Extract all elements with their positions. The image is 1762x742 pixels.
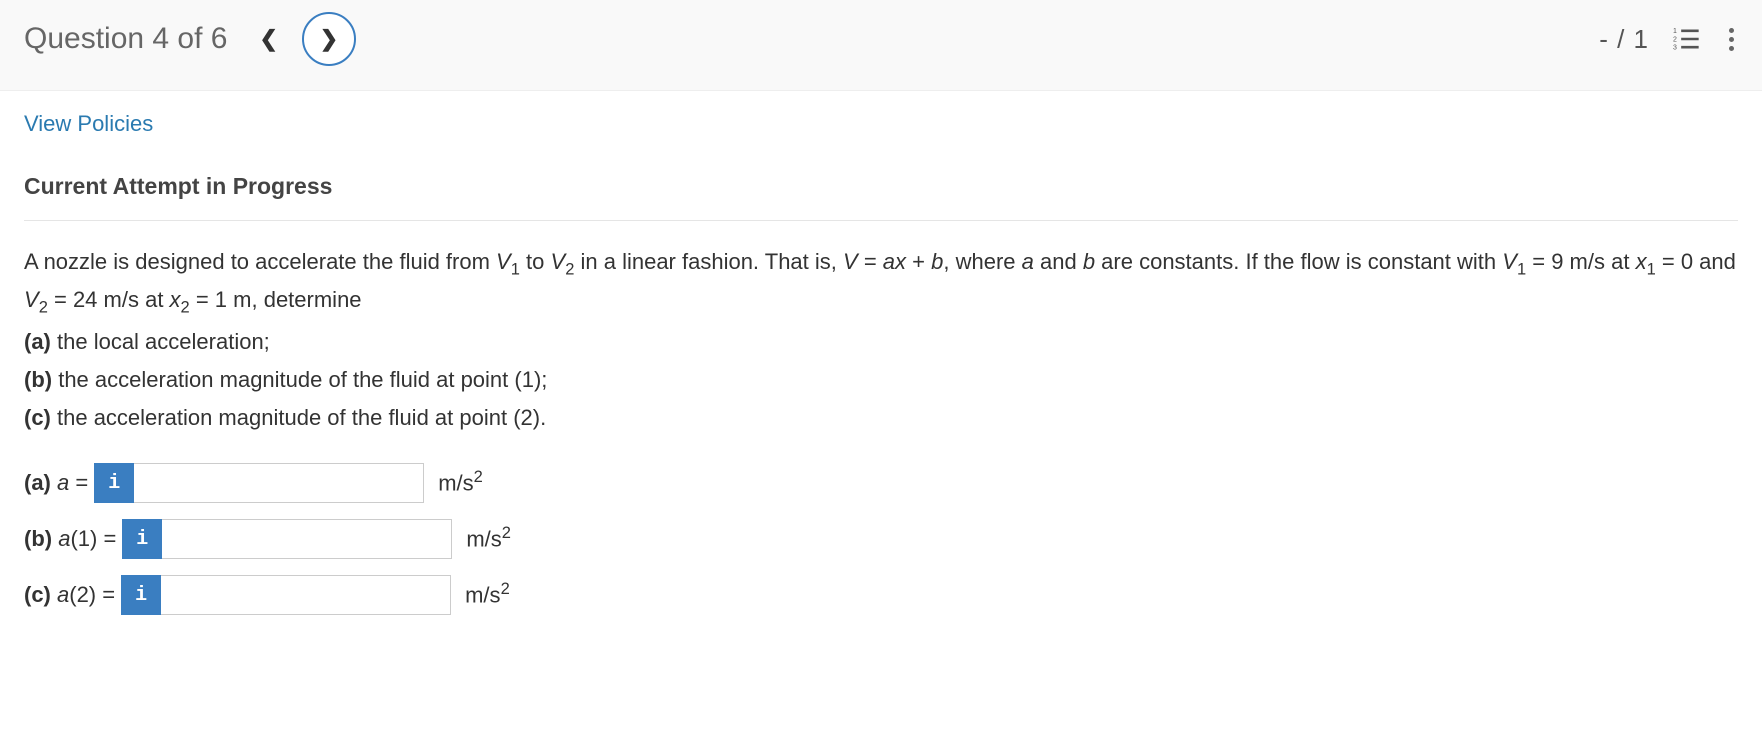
unit-base: m/s	[438, 471, 473, 496]
answer-a-unit: m/s2	[438, 465, 483, 500]
var-v1: V	[1502, 249, 1517, 274]
info-icon[interactable]: i	[122, 519, 162, 559]
text-segment: A nozzle is designed to accelerate the f…	[24, 249, 496, 274]
content-area: View Policies Current Attempt in Progres…	[0, 91, 1762, 651]
question-part-b: (b) the acceleration magnitude of the fl…	[24, 363, 1738, 397]
question-part-c: (c) the acceleration magnitude of the fl…	[24, 401, 1738, 435]
info-icon[interactable]: i	[121, 575, 161, 615]
label-prefix: (c)	[24, 582, 57, 607]
answer-c-unit: m/s2	[465, 577, 510, 612]
prev-question-button[interactable]: ❮	[251, 22, 285, 56]
answer-row-c: (c) a(2) = i m/s2	[24, 575, 1738, 615]
var-v2: V	[24, 287, 39, 312]
var-v2: V	[551, 249, 566, 274]
text-segment: to	[520, 249, 551, 274]
info-icon[interactable]: i	[94, 463, 134, 503]
text-segment: and	[1034, 249, 1083, 274]
sub-2: 2	[565, 260, 574, 278]
view-policies-link[interactable]: View Policies	[24, 111, 153, 137]
nav-buttons: ❮ ❯	[251, 12, 355, 66]
answer-c-label: (c) a(2) =	[24, 578, 115, 612]
label-var: a	[57, 470, 69, 495]
text-segment: = 1 m, determine	[190, 287, 362, 312]
text-segment: are constants. If the flow is constant w…	[1095, 249, 1502, 274]
sub-2: 2	[181, 298, 190, 316]
unit-base: m/s	[465, 583, 500, 608]
text-segment: +	[906, 249, 931, 274]
label-var: a	[58, 526, 70, 551]
answer-a-input[interactable]	[134, 463, 424, 503]
more-options-icon[interactable]	[1725, 24, 1738, 55]
part-b-text: the acceleration magnitude of the fluid …	[52, 367, 547, 392]
unit-exp: 2	[502, 524, 511, 542]
question-header: Question 4 of 6 ❮ ❯ - / 1 1 2 3	[0, 0, 1762, 91]
part-a-text: the local acceleration;	[51, 329, 270, 354]
var-v: V	[843, 249, 858, 274]
unit-base: m/s	[466, 527, 501, 552]
part-c-prefix: (c)	[24, 405, 51, 430]
label-prefix: (a)	[24, 470, 57, 495]
text-segment: = 24 m/s at	[48, 287, 170, 312]
var-ax: ax	[883, 249, 906, 274]
unit-exp: 2	[501, 580, 510, 598]
sub-1: 1	[1517, 260, 1526, 278]
answer-b-unit: m/s2	[466, 521, 511, 556]
score-display: - / 1	[1599, 24, 1649, 55]
sub-2: 2	[39, 298, 48, 316]
svg-text:2: 2	[1673, 36, 1677, 43]
answer-inputs: (a) a = i m/s2 (b) a(1) = i m/s2 (c) a(2…	[24, 463, 1738, 615]
svg-text:1: 1	[1673, 28, 1677, 35]
answer-row-b: (b) a(1) = i m/s2	[24, 519, 1738, 559]
svg-text:3: 3	[1673, 45, 1677, 52]
text-segment: , where	[943, 249, 1021, 274]
question-list-icon[interactable]: 1 2 3	[1673, 25, 1701, 53]
sub-1: 1	[1647, 260, 1656, 278]
attempt-status-title: Current Attempt in Progress	[24, 173, 1738, 200]
question-part-a: (a) the local acceleration;	[24, 325, 1738, 359]
next-question-button[interactable]: ❯	[302, 12, 356, 66]
var-b: b	[1083, 249, 1095, 274]
answer-c-input[interactable]	[161, 575, 451, 615]
label-var: a	[57, 582, 69, 607]
part-c-text: the acceleration magnitude of the fluid …	[51, 405, 546, 430]
answer-b-label: (b) a(1) =	[24, 522, 116, 556]
var-b: b	[931, 249, 943, 274]
var-x1: x	[1636, 249, 1647, 274]
question-body: A nozzle is designed to accelerate the f…	[24, 220, 1738, 615]
label-suffix: =	[69, 470, 88, 495]
part-b-prefix: (b)	[24, 367, 52, 392]
label-arg: (2) =	[69, 582, 115, 607]
text-segment: =	[858, 249, 883, 274]
header-left: Question 4 of 6 ❮ ❯	[24, 12, 356, 66]
unit-exp: 2	[474, 468, 483, 486]
var-v1: V	[496, 249, 511, 274]
part-a-prefix: (a)	[24, 329, 51, 354]
text-segment: = 9 m/s at	[1526, 249, 1635, 274]
question-text: A nozzle is designed to accelerate the f…	[24, 245, 1738, 321]
answer-row-a: (a) a = i m/s2	[24, 463, 1738, 503]
answer-b-input[interactable]	[162, 519, 452, 559]
answer-a-label: (a) a =	[24, 466, 88, 500]
var-a: a	[1022, 249, 1034, 274]
label-arg: (1) =	[70, 526, 116, 551]
text-segment: = 0 and	[1656, 249, 1736, 274]
text-segment: in a linear fashion. That is,	[574, 249, 843, 274]
var-x2: x	[170, 287, 181, 312]
label-prefix: (b)	[24, 526, 58, 551]
sub-1: 1	[511, 260, 520, 278]
question-number-label: Question 4 of 6	[24, 22, 227, 56]
header-right: - / 1 1 2 3	[1599, 24, 1738, 55]
